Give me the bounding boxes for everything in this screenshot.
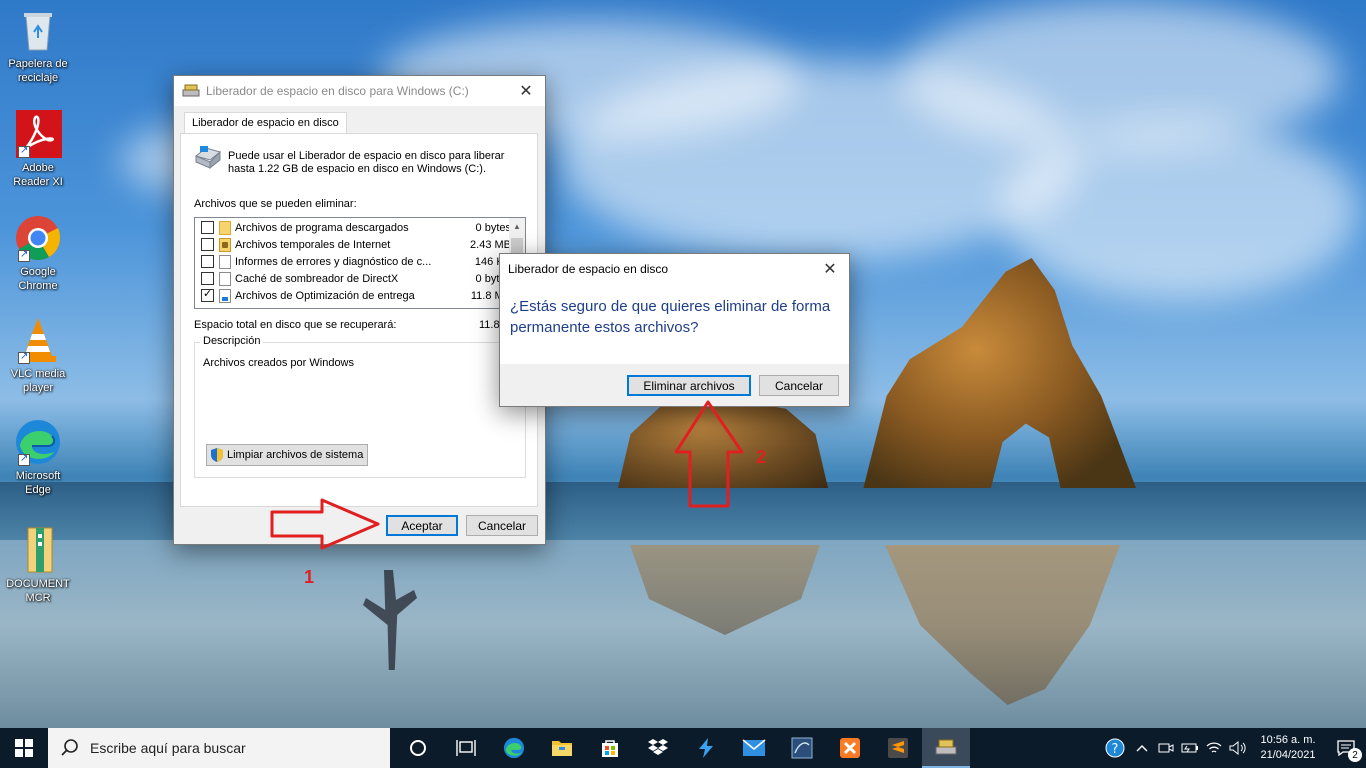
annotation-step-1: 1 <box>304 567 315 587</box>
task-view-button[interactable] <box>442 728 490 768</box>
taskbar-sublime[interactable] <box>874 728 922 768</box>
search-icon <box>61 739 78 756</box>
meet-now-icon[interactable] <box>1154 728 1178 768</box>
task-view-icon <box>456 740 476 756</box>
clock-time: 10:56 a. m. <box>1260 734 1316 746</box>
battery-plug-icon[interactable] <box>1178 728 1202 768</box>
wifi-icon[interactable] <box>1202 728 1226 768</box>
taskbar-xampp[interactable] <box>826 728 874 768</box>
annotation-overlay <box>270 400 744 550</box>
taskbar-mysql-workbench[interactable] <box>778 728 826 768</box>
workbench-icon <box>791 737 813 759</box>
system-tray: ? 10:56 a. m. 21/04/2021 2 <box>1100 728 1366 768</box>
cortana-button[interactable] <box>394 728 442 768</box>
help-icon[interactable]: ? <box>1100 728 1130 768</box>
search-placeholder: Escribe aquí para buscar <box>90 740 246 756</box>
annotation-step-2: 2 <box>756 447 767 467</box>
taskbar-edge[interactable] <box>490 728 538 768</box>
taskbar-disk-cleanup[interactable] <box>922 728 970 768</box>
notification-badge: 2 <box>1348 748 1362 762</box>
arrow-right-annotation <box>270 498 380 550</box>
mail-icon <box>742 739 766 756</box>
taskbar-search-box[interactable]: Escribe aquí para buscar <box>48 728 390 768</box>
taskbar-file-explorer[interactable] <box>538 728 586 768</box>
volume-icon[interactable] <box>1226 728 1250 768</box>
edge-icon <box>503 737 525 759</box>
taskbar-store[interactable] <box>586 728 634 768</box>
chevron-up-icon[interactable] <box>1130 728 1154 768</box>
folder-icon <box>552 741 572 756</box>
cortana-circle-icon <box>410 740 426 756</box>
taskbar-clock[interactable]: 10:56 a. m. 21/04/2021 <box>1250 733 1326 763</box>
clock-date: 21/04/2021 <box>1260 749 1316 761</box>
start-button[interactable] <box>0 728 48 768</box>
dropbox-icon <box>648 739 668 755</box>
svg-text:?: ? <box>1112 742 1119 757</box>
windows-logo-icon <box>15 739 33 757</box>
xampp-icon <box>840 738 860 758</box>
taskbar-vscode[interactable] <box>682 728 730 768</box>
taskbar-mail[interactable] <box>730 728 778 768</box>
store-bag-icon <box>602 740 618 757</box>
taskbar-dropbox[interactable] <box>634 728 682 768</box>
disk-cleanup-icon <box>935 739 957 755</box>
bolt-app-icon <box>699 738 713 758</box>
taskbar: Escribe aquí para buscar ? 10:56 a. m. 2… <box>0 728 1366 768</box>
sublime-icon <box>888 738 908 758</box>
action-center-button[interactable]: 2 <box>1326 728 1366 768</box>
arrow-up-annotation <box>674 400 744 508</box>
